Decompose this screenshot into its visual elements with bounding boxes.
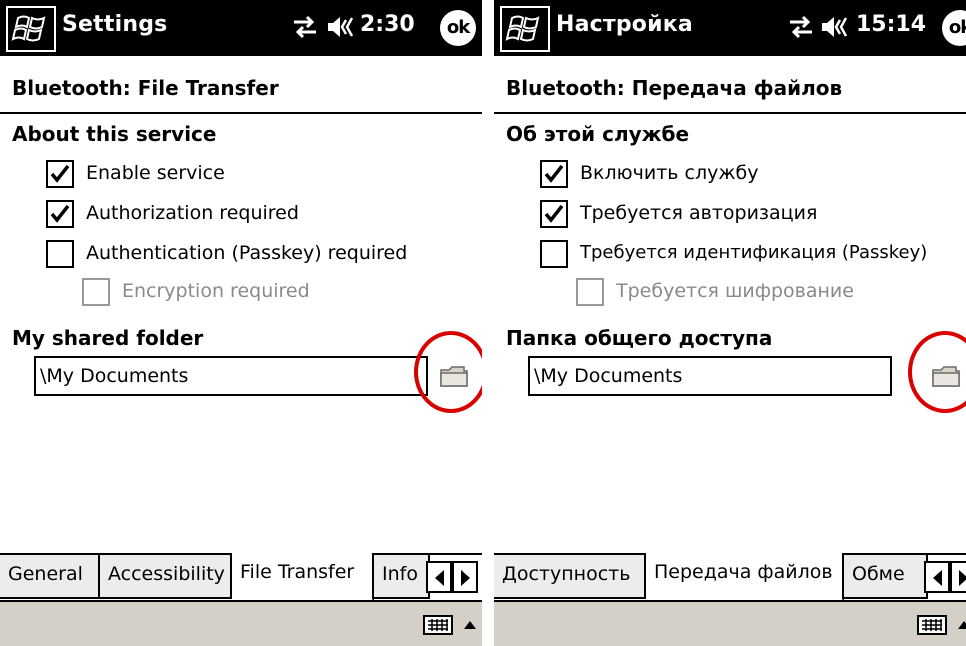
connectivity-arrows-icon[interactable] — [290, 15, 320, 39]
tab-scroll-right[interactable] — [452, 561, 478, 593]
checkbox-box[interactable] — [540, 200, 568, 228]
page-title: Bluetooth: File Transfer — [12, 76, 279, 100]
checkbox-label: Encryption required — [122, 280, 310, 302]
authorization-required-checkbox[interactable]: Требуется авторизация — [540, 200, 966, 230]
authentication-required-checkbox[interactable]: Authentication (Passkey) required — [46, 240, 466, 270]
ok-button[interactable]: ok — [440, 10, 476, 46]
enable-service-checkbox[interactable]: Enable service — [46, 160, 466, 190]
triangle-up-icon[interactable] — [462, 610, 478, 640]
tab-scroll-left[interactable] — [924, 561, 950, 593]
tab-accessibility[interactable]: Доступность — [494, 555, 646, 599]
page-title: Bluetooth: Передача файлов — [506, 76, 843, 100]
enable-service-checkbox[interactable]: Включить службу — [540, 160, 966, 190]
tab-scroll-left[interactable] — [426, 561, 452, 593]
about-section-title: Об этой службе — [506, 122, 690, 146]
title-bar: Настройка 15:14 ok — [494, 0, 966, 56]
keyboard-icon[interactable] — [418, 610, 458, 640]
about-section-title: About this service — [12, 122, 217, 146]
tab-scroll-right[interactable] — [950, 561, 966, 593]
checkbox-box[interactable] — [540, 240, 568, 268]
checkbox-box[interactable] — [46, 200, 74, 228]
highlight-circle — [908, 331, 966, 413]
authentication-required-checkbox[interactable]: Требуется идентификация (Passkey) — [540, 240, 966, 270]
checkbox-box — [82, 278, 110, 306]
header-divider — [494, 112, 966, 114]
screen-divider — [482, 0, 494, 646]
triangle-left-icon — [933, 570, 942, 586]
shared-folder-title: Папка общего доступа — [506, 326, 773, 350]
clock[interactable]: 2:30 — [360, 12, 415, 37]
speaker-volume-icon[interactable] — [820, 14, 852, 40]
connectivity-arrows-icon[interactable] — [786, 15, 816, 39]
tab-exchange[interactable]: Обме — [844, 555, 928, 599]
title-bar: Settings 2:30 ok — [0, 0, 482, 56]
checkbox-label: Enable service — [86, 162, 225, 184]
menu-bar — [494, 600, 966, 646]
checkbox-box — [576, 278, 604, 306]
window-title: Настройка — [556, 12, 693, 37]
windows-flag-icon[interactable] — [500, 6, 550, 52]
checkbox-label: Authentication (Passkey) required — [86, 242, 408, 264]
shared-folder-input[interactable] — [528, 356, 892, 396]
speaker-volume-icon[interactable] — [326, 14, 358, 40]
triangle-right-icon — [959, 570, 966, 586]
menu-bar — [0, 600, 482, 646]
checkbox-box[interactable] — [540, 160, 568, 188]
ok-button[interactable]: ok — [942, 10, 966, 46]
shared-folder-input[interactable] — [34, 356, 428, 396]
header-divider — [0, 112, 482, 114]
tab-accessibility[interactable]: Accessibility — [100, 555, 232, 599]
screen-english: Settings 2:30 ok Bluetooth: File Transfe… — [0, 0, 482, 646]
tab-file-transfer[interactable]: File Transfer — [232, 553, 374, 601]
triangle-up-icon[interactable] — [956, 610, 966, 640]
checkbox-label: Включить службу — [580, 162, 759, 184]
clock[interactable]: 15:14 — [856, 12, 926, 37]
checkbox-label: Требуется идентификация (Passkey) — [580, 242, 928, 263]
checkbox-box[interactable] — [46, 240, 74, 268]
shared-folder-title: My shared folder — [12, 326, 204, 350]
windows-flag-icon[interactable] — [6, 6, 56, 52]
checkbox-label: Требуется шифрование — [616, 280, 854, 302]
checkbox-label: Требуется авторизация — [580, 202, 818, 224]
tab-file-transfer[interactable]: Передача файлов — [646, 553, 844, 601]
tab-strip: Доступность Передача файлов Обме — [494, 553, 966, 601]
keyboard-icon[interactable] — [912, 610, 952, 640]
checkbox-box[interactable] — [46, 160, 74, 188]
authorization-required-checkbox[interactable]: Authorization required — [46, 200, 466, 230]
tab-general[interactable]: General — [0, 555, 100, 599]
checkbox-label: Authorization required — [86, 202, 299, 224]
screen-russian: Настройка 15:14 ok Bluetooth: Передача ф… — [494, 0, 966, 646]
tab-strip: General Accessibility File Transfer Info — [0, 553, 482, 601]
triangle-left-icon — [435, 570, 444, 586]
encryption-required-checkbox: Требуется шифрование — [576, 278, 966, 308]
triangle-right-icon — [461, 570, 470, 586]
window-title: Settings — [62, 12, 168, 37]
tab-info[interactable]: Info — [374, 555, 430, 599]
encryption-required-checkbox: Encryption required — [82, 278, 462, 308]
highlight-circle — [414, 331, 482, 413]
